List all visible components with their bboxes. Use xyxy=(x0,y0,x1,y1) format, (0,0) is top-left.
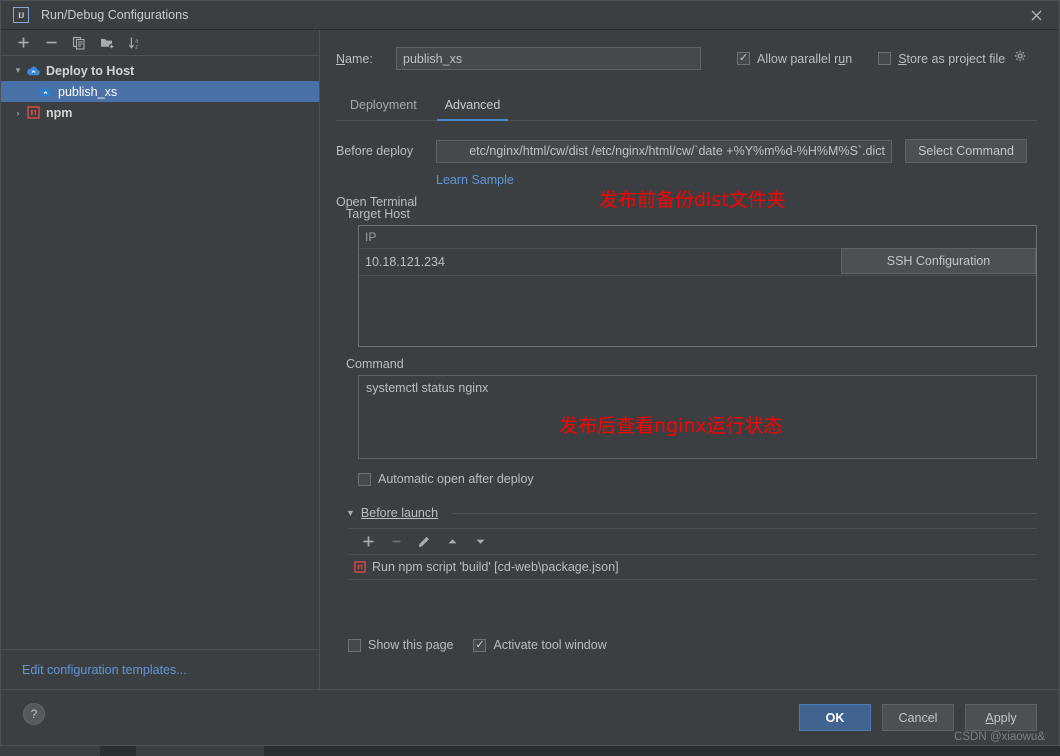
store-as-project-file-checkbox[interactable] xyxy=(878,52,892,65)
before-deploy-input[interactable]: etc/nginx/html/cw/dist /etc/nginx/html/c… xyxy=(436,139,892,163)
add-task-button[interactable] xyxy=(355,531,381,553)
command-section: Command systemctl status nginx 发布后查看ngin… xyxy=(336,357,1037,459)
npm-icon xyxy=(25,106,42,119)
bottom-options-row: Show this page Activate tool window xyxy=(348,638,1037,652)
before-launch-panel: Run npm script 'build' [cd-web\package.j… xyxy=(348,528,1037,624)
gear-icon[interactable] xyxy=(1014,50,1027,68)
table-row[interactable]: 10.18.121.234 SSH Configuration xyxy=(359,248,1036,276)
show-this-page-checkbox[interactable] xyxy=(348,638,361,652)
editor-tabs: Deployment Advanced xyxy=(336,92,1037,121)
npm-icon xyxy=(354,561,366,573)
annotation-backup-dist: 发布前备份dist文件夹 xyxy=(599,189,786,211)
dialog-footer: ? OK Cancel Apply CSDN @xiaowu& xyxy=(1,689,1059,745)
before-launch-item-label: Run npm script 'build' [cd-web\package.j… xyxy=(372,560,619,574)
before-launch-label: Before launch xyxy=(360,506,439,520)
tree-group-label: Deploy to Host xyxy=(46,63,135,78)
move-down-button[interactable] xyxy=(467,531,493,553)
show-this-page-row[interactable]: Show this page xyxy=(348,638,453,652)
tree-group-deploy-to-host[interactable]: ▾ Deploy to Host xyxy=(1,60,319,81)
host-ip-value: 10.18.121.234 xyxy=(365,255,445,269)
command-value: systemctl status nginx xyxy=(366,381,489,395)
copy-configuration-icon[interactable] xyxy=(66,32,92,54)
svg-text:z: z xyxy=(135,44,138,50)
remove-configuration-button[interactable] xyxy=(38,32,64,54)
configurations-tree: ▾ Deploy to Host publish_xs › npm xyxy=(1,56,319,649)
ide-strip-segment xyxy=(0,746,100,756)
title-bar: IJ Run/Debug Configurations xyxy=(1,1,1059,30)
sort-az-icon[interactable]: a z xyxy=(122,32,148,54)
section-divider xyxy=(452,512,1037,514)
target-host-section: Target Host IP 10.18.121.234 SSH Configu… xyxy=(336,207,1037,347)
run-debug-configurations-dialog: IJ Run/Debug Configurations a z ▾ Deploy… xyxy=(0,0,1060,746)
ide-strip-segment xyxy=(136,746,264,756)
column-header-ip: IP xyxy=(365,230,377,244)
show-this-page-label: Show this page xyxy=(368,638,454,652)
cloud-icon xyxy=(25,65,42,77)
allow-parallel-run-row[interactable]: Allow parallel run xyxy=(737,52,852,66)
command-label: Command xyxy=(346,357,404,371)
tab-advanced[interactable]: Advanced xyxy=(431,92,515,121)
name-label: Name: xyxy=(336,51,373,66)
store-as-project-file-row[interactable]: Store as project file xyxy=(878,50,1027,68)
before-deploy-row: Before deploy etc/nginx/html/cw/dist /et… xyxy=(336,139,1037,163)
configuration-editor-panel: Name: publish_xs Allow parallel run Stor… xyxy=(320,30,1059,689)
tree-item-label: publish_xs xyxy=(58,84,118,99)
ssh-configuration-button[interactable]: SSH Configuration xyxy=(841,248,1036,274)
before-deploy-value: etc/nginx/html/cw/dist /etc/nginx/html/c… xyxy=(469,144,885,158)
close-glyph xyxy=(1031,10,1042,20)
command-textarea[interactable]: systemctl status nginx 发布后查看nginx运行状态 xyxy=(358,375,1037,459)
ide-background-strip xyxy=(0,746,1060,756)
allow-parallel-run-label: Allow parallel run xyxy=(757,51,853,66)
sidebar-item-publish-xs[interactable]: publish_xs xyxy=(1,81,319,102)
automatic-open-checkbox[interactable] xyxy=(358,472,371,486)
annotation-check-nginx: 发布后查看nginx运行状态 xyxy=(559,415,783,437)
name-row: Name: publish_xs Allow parallel run Stor… xyxy=(336,47,1037,70)
window-title: Run/Debug Configurations xyxy=(41,8,189,22)
open-terminal-label: Open Terminal xyxy=(336,195,418,209)
new-folder-icon[interactable] xyxy=(94,32,120,54)
learn-sample-link[interactable]: Learn Sample xyxy=(436,173,514,187)
watermark: CSDN @xiaowu& xyxy=(954,731,1045,743)
automatic-open-after-deploy-row[interactable]: Automatic open after deploy xyxy=(358,472,1037,486)
before-deploy-label: Before deploy xyxy=(336,144,414,158)
move-up-button[interactable] xyxy=(439,531,465,553)
before-launch-toolbar xyxy=(348,529,1037,555)
chevron-down-icon[interactable]: ▾ xyxy=(11,65,25,76)
sidebar-toolbar: a z xyxy=(1,30,319,56)
cloud-icon xyxy=(37,86,54,98)
tree-group-label: npm xyxy=(46,105,73,120)
activate-tool-window-row[interactable]: Activate tool window xyxy=(473,638,607,652)
sidebar-footer: Edit configuration templates... xyxy=(1,649,319,689)
close-icon[interactable] xyxy=(1014,1,1059,29)
dialog-body: a z ▾ Deploy to Host publish_xs › npm Ed… xyxy=(1,30,1059,689)
configurations-sidebar: a z ▾ Deploy to Host publish_xs › npm Ed… xyxy=(1,30,320,689)
store-as-project-file-label: Store as project file xyxy=(898,51,1006,66)
activate-tool-window-label: Activate tool window xyxy=(493,638,607,652)
allow-parallel-run-checkbox[interactable] xyxy=(737,52,750,65)
learn-open-terminal-block: Learn Sample Open Terminal 发布前备份dist文件夹 xyxy=(336,163,1037,215)
help-button[interactable]: ? xyxy=(23,703,45,725)
automatic-open-label: Automatic open after deploy xyxy=(378,472,534,486)
edit-configuration-templates-link[interactable]: Edit configuration templates... xyxy=(22,663,187,677)
select-command-button[interactable]: Select Command xyxy=(905,139,1027,163)
add-configuration-button[interactable] xyxy=(10,32,36,54)
apply-button[interactable]: Apply xyxy=(965,704,1037,731)
activate-tool-window-checkbox[interactable] xyxy=(473,638,487,652)
list-item[interactable]: Run npm script 'build' [cd-web\package.j… xyxy=(348,555,1037,580)
collapse-triangle-icon[interactable]: ▼ xyxy=(346,508,355,518)
name-input[interactable]: publish_xs xyxy=(396,47,701,70)
remove-task-button xyxy=(383,531,409,553)
cancel-button[interactable]: Cancel xyxy=(882,704,954,731)
edit-task-pencil-icon[interactable] xyxy=(411,531,437,553)
chevron-right-icon[interactable]: › xyxy=(11,108,25,118)
tree-group-npm[interactable]: › npm xyxy=(1,102,319,123)
before-launch-header[interactable]: ▼ Before launch xyxy=(346,506,1037,520)
intellij-logo-icon: IJ xyxy=(13,7,29,23)
ok-button[interactable]: OK xyxy=(799,704,871,731)
target-host-table: IP 10.18.121.234 SSH Configuration xyxy=(358,225,1037,347)
target-host-header: IP xyxy=(359,226,1036,249)
tab-deployment[interactable]: Deployment xyxy=(336,92,431,120)
